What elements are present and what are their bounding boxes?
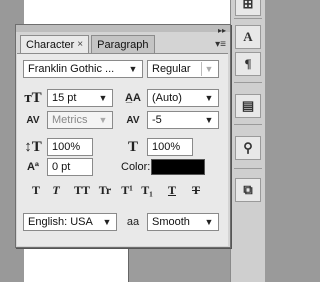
kerning-select[interactable]: Metrics ▼ — [47, 111, 113, 129]
font-size-select[interactable]: 15 pt ▼ — [47, 89, 113, 107]
dock-paragraph-icon[interactable]: ¶ — [235, 52, 261, 76]
anti-aliasing-icon: aa — [126, 216, 140, 228]
superscript-button[interactable]: T¹ — [117, 180, 137, 198]
chevron-down-icon: ▼ — [204, 217, 214, 227]
tab-character[interactable]: Character × — [20, 35, 90, 53]
dock-layers-icon[interactable]: ▤ — [235, 94, 261, 118]
chevron-down-icon: ▼ — [201, 62, 216, 76]
dock-paths-icon[interactable]: ⚲ — [235, 136, 261, 160]
character-panel-body: Franklin Gothic ... ▼ Regular ▼ тT 15 pt… — [17, 53, 228, 246]
horizontal-scale-icon: T — [127, 138, 138, 155]
color-label: Color: — [121, 161, 151, 173]
panel-title-bar[interactable] — [16, 25, 230, 32]
collapse-icon[interactable]: ▸▸ — [218, 27, 226, 35]
underline-button[interactable]: T — [163, 180, 181, 198]
vertical-scale-icon: ↕T — [24, 138, 42, 155]
character-panel: ▸▸ ▾≡ Character × Paragraph Franklin Got… — [15, 24, 231, 248]
tab-paragraph[interactable]: Paragraph — [91, 35, 155, 53]
font-family-select[interactable]: Franklin Gothic ... ▼ — [23, 60, 143, 78]
tracking-icon: AV — [126, 114, 140, 126]
dock-clone-source-icon[interactable]: ⧉ — [235, 178, 261, 202]
text-color-swatch[interactable] — [151, 159, 205, 175]
chevron-down-icon: ▼ — [98, 93, 108, 103]
baseline-shift-input[interactable]: 0 pt — [47, 158, 93, 176]
font-size-icon: тT — [24, 89, 42, 106]
baseline-shift-icon: Aª — [26, 161, 39, 173]
horizontal-scale-input[interactable]: 100% — [147, 138, 193, 156]
chevron-down-icon: ▼ — [102, 217, 112, 227]
faux-bold-button[interactable]: T — [27, 180, 45, 198]
kerning-icon: AV — [26, 114, 40, 126]
small-caps-button[interactable]: Tr — [95, 180, 115, 198]
vertical-scale-input[interactable]: 100% — [47, 138, 93, 156]
strikethrough-button[interactable]: T — [187, 180, 205, 198]
panel-tabs: Character × Paragraph — [20, 35, 157, 53]
close-tab-icon[interactable]: × — [77, 39, 83, 50]
chevron-down-icon: ▼ — [204, 93, 214, 103]
chevron-down-icon: ▼ — [204, 115, 214, 125]
dock-history-icon[interactable]: ⊞ — [235, 0, 261, 16]
anti-aliasing-select[interactable]: Smooth ▼ — [147, 213, 219, 231]
chevron-down-icon: ▼ — [98, 115, 108, 125]
faux-italic-button[interactable]: T — [47, 180, 65, 198]
leading-select[interactable]: (Auto) ▼ — [147, 89, 219, 107]
dock-character-icon[interactable]: A — [235, 25, 261, 49]
panel-dock: ⊞ A ¶ ▤ ⚲ ⧉ — [230, 0, 265, 282]
language-select[interactable]: English: USA ▼ — [23, 213, 117, 231]
subscript-button[interactable]: T₁ — [137, 180, 157, 198]
chevron-down-icon: ▼ — [128, 64, 138, 74]
panel-menu-icon[interactable]: ▾≡ — [215, 39, 226, 50]
tracking-select[interactable]: -5 ▼ — [147, 111, 219, 129]
font-style-select[interactable]: Regular ▼ — [147, 60, 219, 78]
leading-icon: A̲A — [125, 92, 141, 104]
all-caps-button[interactable]: TT — [71, 180, 93, 198]
